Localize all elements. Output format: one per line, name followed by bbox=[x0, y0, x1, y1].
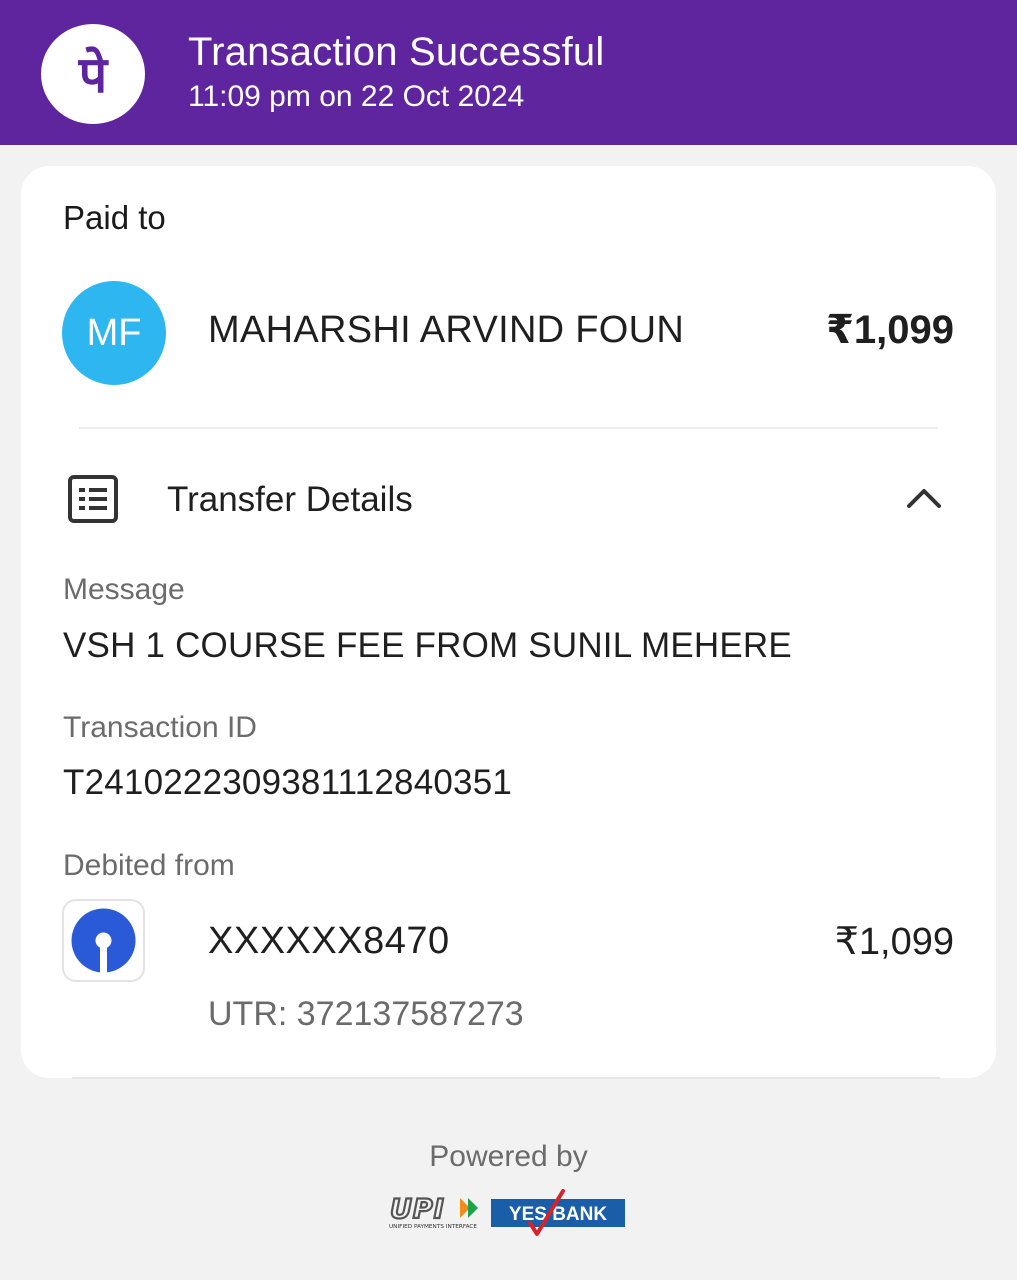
upi-logo: UPI UNIFIED PAYMENTS INTERFACE bbox=[388, 1192, 488, 1237]
phonepe-logo: पे bbox=[41, 24, 145, 124]
yes-bank-logo-text: YES BANK bbox=[509, 1204, 607, 1225]
utr-number[interactable]: UTR: 372137587273 bbox=[208, 995, 524, 1034]
transfer-details-title[interactable]: Transfer Details bbox=[167, 480, 413, 520]
debit-amount: ₹1,099 bbox=[834, 921, 954, 963]
paid-to-label: Paid to bbox=[63, 199, 166, 236]
receipt-list-icon bbox=[67, 474, 119, 531]
phonepe-logo-glyph: पे bbox=[78, 46, 109, 104]
card-shadow-line bbox=[72, 1077, 940, 1079]
transaction-card: Paid to MF MAHARSHI ARVIND FOUN ₹1,099 T… bbox=[21, 166, 996, 1078]
transaction-datetime: 11:09 pm on 22 Oct 2024 bbox=[188, 80, 525, 113]
yes-bank-logo: YES BANK bbox=[491, 1188, 627, 1243]
message-value: VSH 1 COURSE FEE FROM SUNIL MEHERE bbox=[63, 626, 792, 665]
payee-name[interactable]: MAHARSHI ARVIND FOUN bbox=[208, 309, 684, 352]
upi-logo-text: UPI bbox=[390, 1194, 445, 1225]
transaction-status-title: Transaction Successful bbox=[188, 30, 605, 74]
sbi-bank-logo bbox=[62, 899, 145, 982]
message-label: Message bbox=[63, 573, 185, 606]
debited-from-label: Debited from bbox=[63, 849, 235, 882]
transaction-id-label: Transaction ID bbox=[63, 711, 257, 744]
debit-account-number: XXXXXX8470 bbox=[208, 920, 450, 962]
section-divider bbox=[79, 427, 938, 429]
transaction-header: पे Transaction Successful 11:09 pm on 22… bbox=[0, 0, 1017, 145]
transaction-id-value[interactable]: T2410222309381112840351 bbox=[63, 763, 512, 803]
payee-amount: ₹1,099 bbox=[826, 308, 954, 352]
upi-tagline: UNIFIED PAYMENTS INTERFACE bbox=[389, 1224, 477, 1230]
chevron-up-icon[interactable] bbox=[905, 484, 943, 517]
payee-avatar: MF bbox=[62, 281, 166, 385]
powered-by-label: Powered by bbox=[429, 1140, 588, 1173]
